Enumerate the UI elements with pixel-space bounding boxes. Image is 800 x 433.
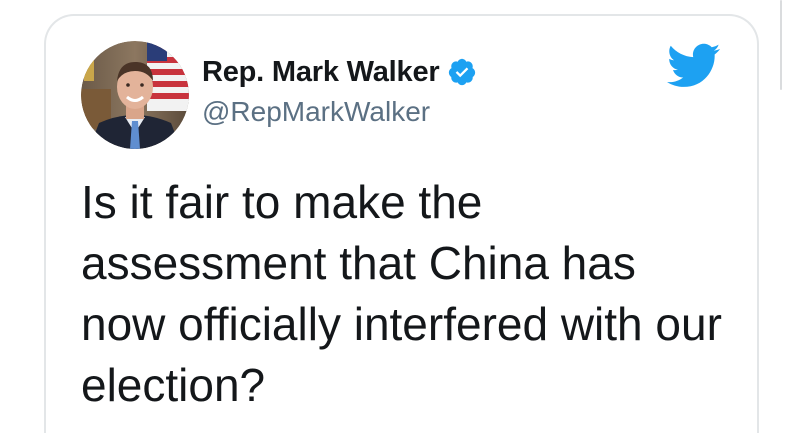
display-name[interactable]: Rep. Mark Walker	[202, 56, 440, 89]
avatar-image	[81, 41, 189, 149]
screenshot-page: Rep. Mark Walker @RepMarkWalker Is it fa…	[0, 0, 800, 433]
verified-badge-icon	[449, 58, 476, 86]
tweet-text: Is it fair to make the assessment that C…	[81, 176, 722, 411]
twitter-bird-icon[interactable]	[667, 43, 721, 89]
author-handle[interactable]: @RepMarkWalker	[202, 96, 430, 128]
scrollbar-edge[interactable]	[780, 0, 782, 90]
author-name-row[interactable]: Rep. Mark Walker	[202, 52, 477, 92]
scrollbar-track[interactable]	[778, 0, 800, 433]
avatar[interactable]	[81, 41, 189, 149]
